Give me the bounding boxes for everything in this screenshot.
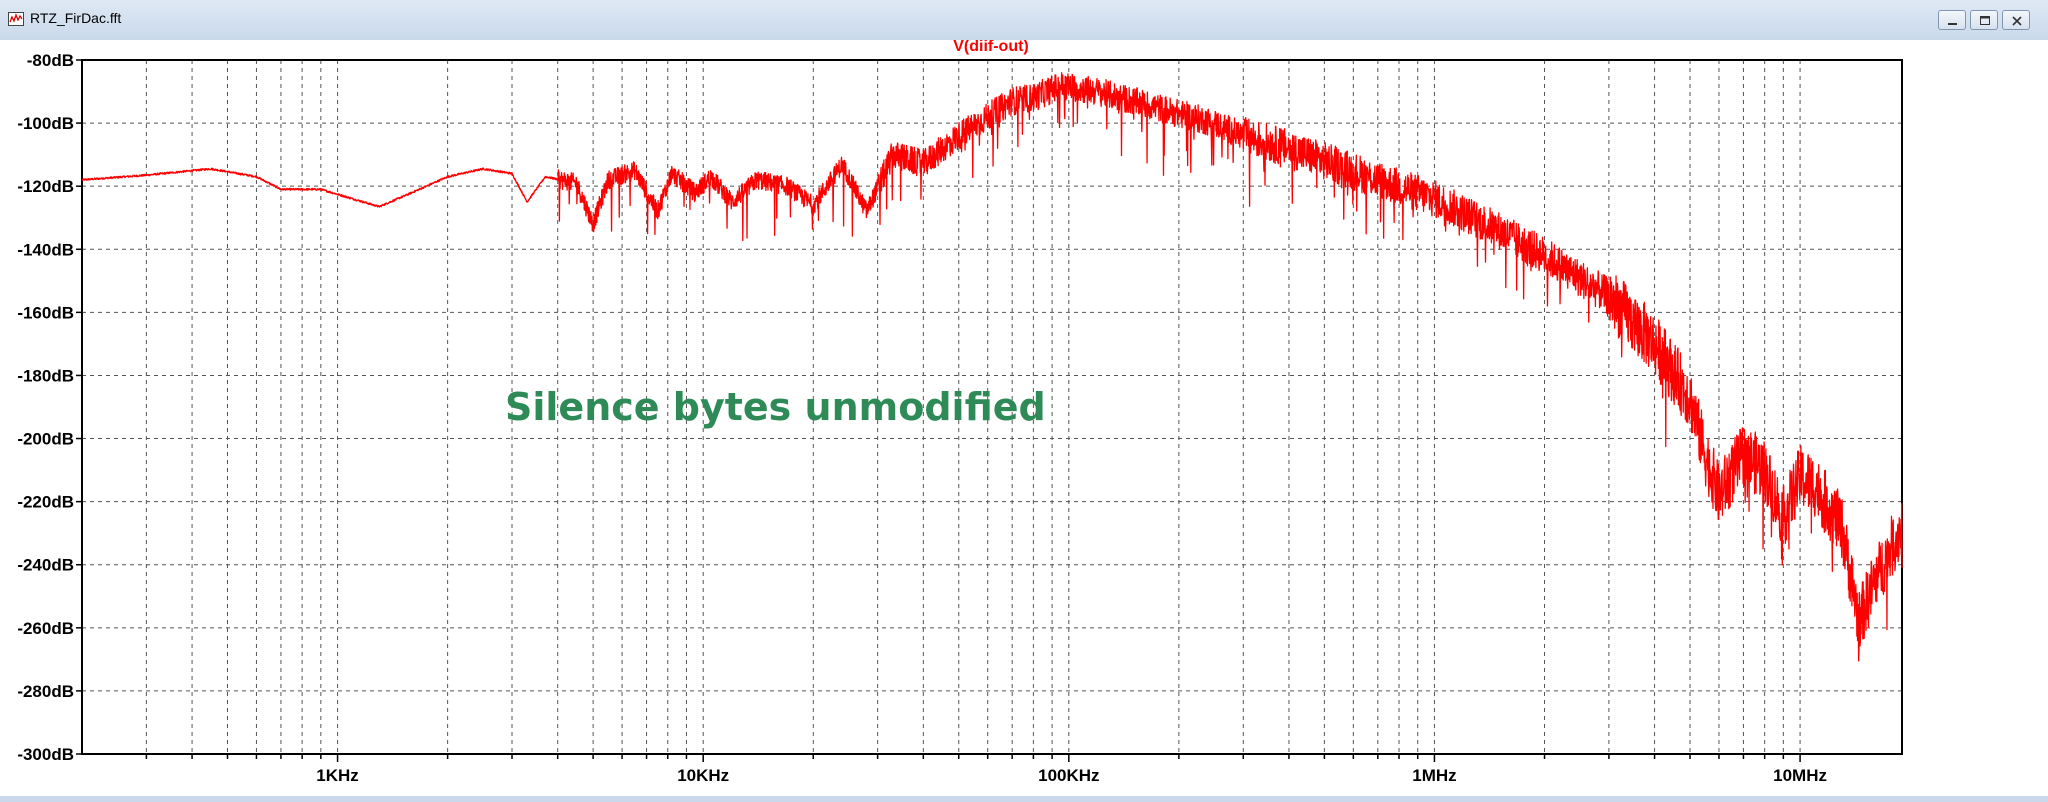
y-tick-label: -200dB [17,430,74,449]
y-tick-label: -240dB [17,556,74,575]
y-tick-label: -180dB [17,366,74,385]
y-tick-label: -280dB [17,682,74,701]
title-bar[interactable]: RTZ_FirDac.fft [0,0,2048,41]
chart-annotation: Silence bytes unmodified [505,385,1046,429]
plot-area[interactable]: -80dB -100dB -120dB -140dB -160dB -180dB -200d… [0,40,2048,796]
y-tick-label: -260dB [17,619,74,638]
y-tick-label: -220dB [17,493,74,512]
chart-title[interactable]: V(diif-out) [953,40,1029,55]
status-strip [0,796,2048,802]
y-tick-label: -140dB [17,240,74,259]
y-tick-label: -100dB [17,114,74,133]
window-title: RTZ_FirDac.fft [30,10,122,26]
y-tick-label: -300dB [17,745,74,764]
minimize-button[interactable] [1938,10,1966,30]
maximize-icon [1980,16,1990,25]
y-tick-label: -80dB [27,51,74,70]
y-tick-label: -120dB [17,177,74,196]
maximize-button[interactable] [1970,10,1998,30]
x-tick-label: 1MHz [1412,766,1456,785]
app-window: RTZ_FirDac.fft -80dB -100dB -120dB -140dB -1… [0,0,2048,802]
close-icon [2012,16,2022,26]
x-tick-label: 10MHz [1773,766,1827,785]
series-trace-v-diif-out [81,72,1903,662]
minimize-icon [1948,23,1957,25]
x-tick-label: 10KHz [677,766,729,785]
x-tick-label: 100KHz [1038,766,1099,785]
close-button[interactable] [2002,10,2030,30]
x-tick-label: 1KHz [316,766,359,785]
waveform-icon [8,12,24,26]
fft-chart[interactable]: -80dB -100dB -120dB -140dB -160dB -180dB -200d… [0,40,2048,796]
y-tick-label: -160dB [17,303,74,322]
